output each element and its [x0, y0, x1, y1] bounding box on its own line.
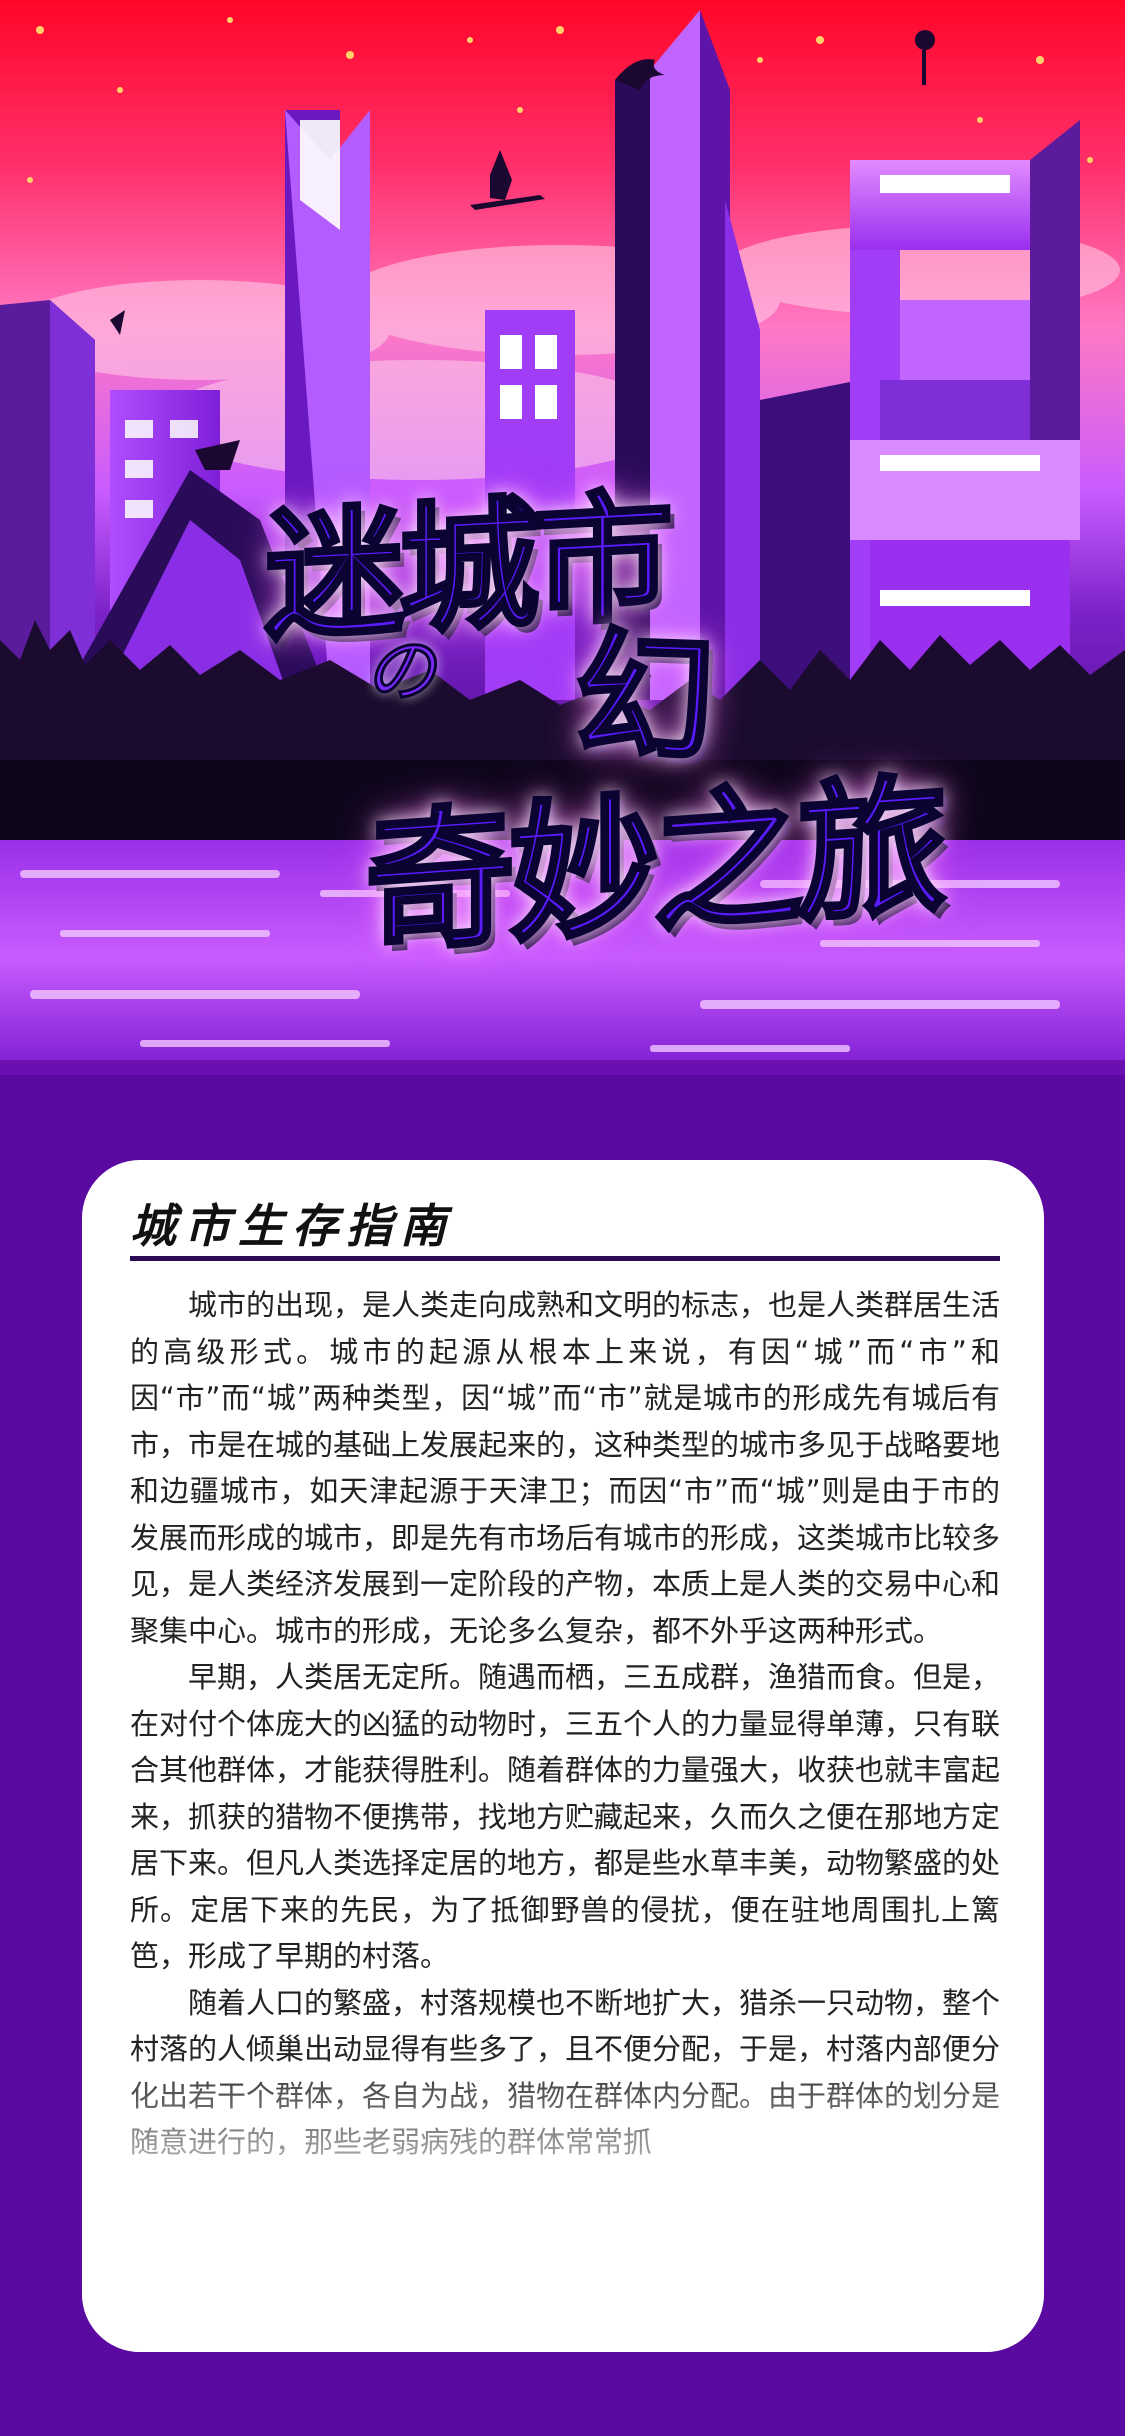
poster-hero: 迷城市 の 幻 奇妙之旅: [0, 0, 1125, 1075]
article-card: 城市生存指南 城市的出现，是人类走向成熟和文明的标志，也是人类群居生活的高级形式…: [82, 1160, 1044, 2352]
article-paragraph-3: 随着人口的繁盛，村落规模也不断地扩大，猎杀一只动物，整个村落的人倾巢出动显得有些…: [130, 1985, 1001, 2160]
heading-divider: [130, 1256, 1000, 1261]
article-heading: 城市生存指南: [130, 1199, 454, 1253]
poster-title-line3: 奇妙之旅: [363, 758, 943, 976]
article-paragraph-2: 早期，人类居无定所。随遇而栖，三五成群，渔猎而食。但是，在对付个体庞大的凶猛的动…: [130, 1660, 1001, 1973]
article-paragraph-1: 城市的出现，是人类走向成熟和文明的标志，也是人类群居生活的高级形式。城市的起源从…: [130, 1288, 1001, 1648]
poster-title-particle: の: [364, 629, 437, 714]
poster-title: 迷城市 の 幻 奇妙之旅: [235, 455, 943, 976]
article-body: 城市的出现，是人类走向成熟和文明的标志，也是人类群居生活的高级形式。城市的起源从…: [130, 1282, 1000, 2166]
